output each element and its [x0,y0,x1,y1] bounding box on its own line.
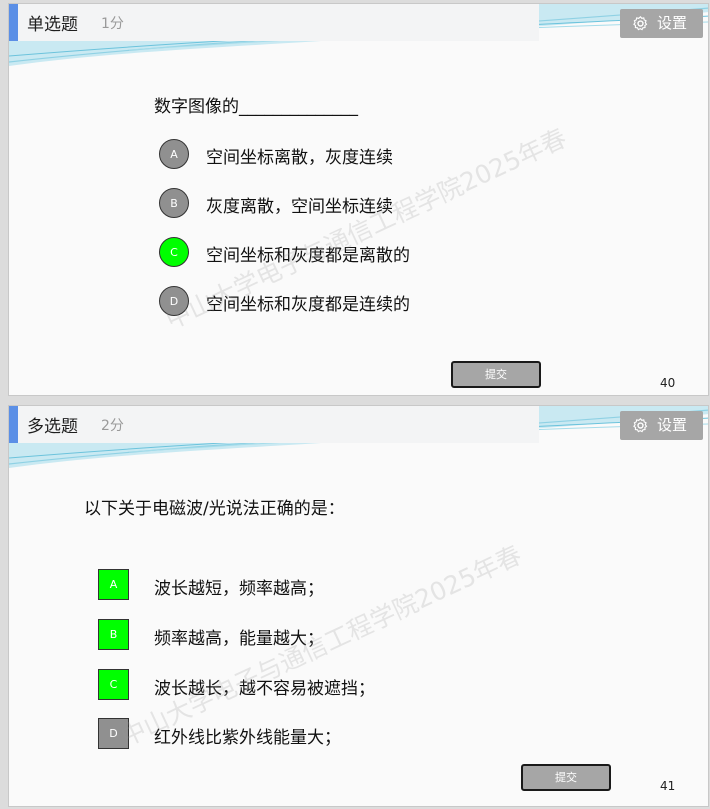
question-text: 以下关于电磁波/光说法正确的是： [84,499,345,519]
option-text: 空间坐标和灰度都是离散的 [206,246,410,266]
option-marker[interactable]: B [98,619,129,650]
header-accent-bar [9,4,18,41]
question-type: 多选题 [27,417,78,437]
settings-button[interactable]: 设置 [620,411,703,440]
option-marker[interactable]: A [159,139,189,169]
page-number: 40 [660,376,676,390]
option-text: 红外线比紫外线能量大； [154,728,341,748]
option-marker[interactable]: C [159,237,189,267]
option-marker[interactable]: D [98,718,129,749]
option-text: 空间坐标和灰度都是连续的 [206,295,410,315]
settings-label: 设置 [657,416,688,434]
option-text: 频率越高，能量越大； [154,629,324,649]
header-accent-bar [9,406,18,443]
option-marker[interactable]: B [159,188,189,218]
option-text: 波长越短，频率越高； [154,579,324,599]
multiple-choice-slide: 多选题 2分 设置 以下关于电磁波/光说法正确的是： A 波长越短，频率越高； … [8,405,709,807]
page-number: 41 [660,779,676,793]
question-header: 单选题 1分 [9,4,539,41]
option-text: 空间坐标离散，灰度连续 [206,148,393,168]
submit-button[interactable]: 提交 [451,361,541,388]
question-header: 多选题 2分 [9,406,539,443]
question-score: 1分 [101,16,124,32]
option-text: 波长越长，越不容易被遮挡； [154,679,375,699]
option-marker[interactable]: D [159,286,189,316]
option-marker[interactable]: A [98,569,129,600]
option-text: 灰度离散，空间坐标连续 [206,197,393,217]
option-marker[interactable]: C [98,669,129,700]
question-text: 数字图像的______________ [154,97,358,117]
question-type: 单选题 [27,15,78,35]
settings-label: 设置 [657,14,688,32]
question-score: 2分 [101,418,124,434]
gear-icon [633,417,648,433]
gear-icon [633,15,648,31]
settings-button[interactable]: 设置 [620,9,703,38]
submit-button[interactable]: 提交 [521,764,611,791]
single-choice-slide: 单选题 1分 设置 数字图像的______________ A 空间坐标离散，灰… [8,3,709,396]
